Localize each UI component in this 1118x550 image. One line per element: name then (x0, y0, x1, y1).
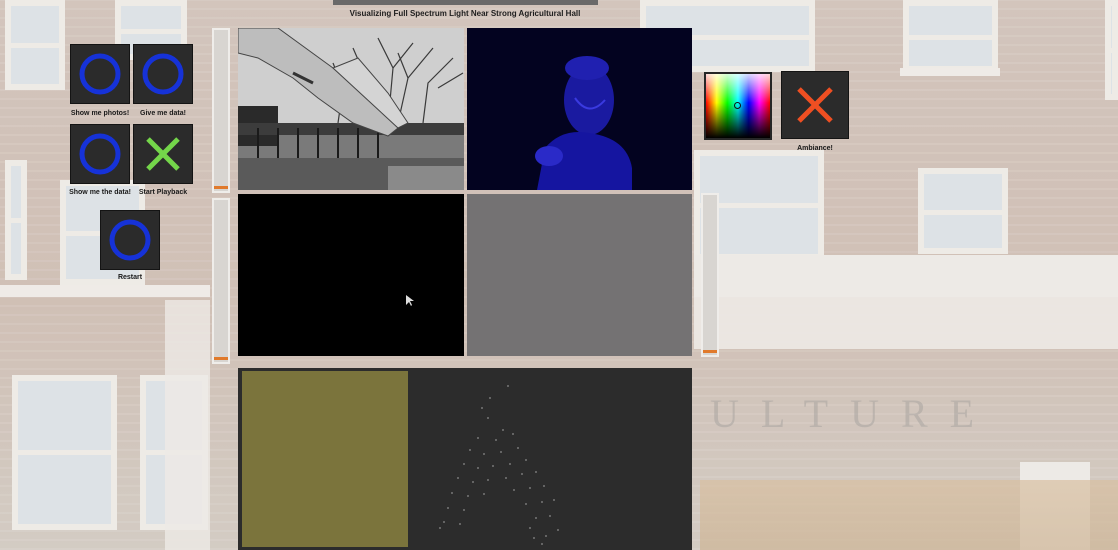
gray-swatch-panel (467, 194, 692, 356)
blue-ring-icon (79, 53, 121, 95)
title-tab (333, 0, 598, 5)
blue-ring-icon (79, 133, 121, 175)
blue-ring-icon (109, 219, 151, 261)
left-slider-bottom[interactable] (212, 198, 230, 364)
start-playback-button[interactable] (134, 125, 192, 183)
grayscale-photo-panel (238, 28, 464, 190)
point-cloud-visualization (439, 385, 559, 545)
slider-thumb[interactable] (703, 350, 717, 353)
left-slider-top[interactable] (212, 28, 230, 193)
give-data-label: Give me data! (140, 110, 186, 117)
blue-filtered-statue (467, 28, 692, 190)
blue-ring-icon (142, 53, 184, 95)
show-photos-button[interactable] (71, 45, 129, 103)
color-picker-handle[interactable] (734, 102, 741, 109)
slider-thumb[interactable] (214, 186, 228, 189)
orange-x-icon (797, 87, 833, 123)
playback-panel (238, 368, 692, 550)
blue-spectrum-panel (467, 28, 692, 190)
slider-thumb[interactable] (214, 357, 228, 360)
olive-color-swatch (242, 371, 408, 547)
start-playback-label: Start Playback (138, 189, 188, 196)
restart-button[interactable] (101, 211, 159, 269)
ambiance-button[interactable] (782, 72, 848, 138)
green-x-icon (146, 137, 180, 171)
grayscale-hand-photo (238, 28, 464, 190)
show-data-button[interactable] (71, 125, 129, 183)
give-data-button[interactable] (134, 45, 192, 103)
color-picker[interactable] (704, 72, 772, 140)
page-title: Visualizing Full Spectrum Light Near Str… (349, 9, 581, 18)
restart-label: Restart (117, 274, 143, 281)
black-data-panel (238, 194, 464, 356)
right-slider[interactable] (701, 193, 719, 357)
ambiance-label: Ambiance! (797, 145, 833, 152)
cursor-icon (406, 295, 414, 306)
